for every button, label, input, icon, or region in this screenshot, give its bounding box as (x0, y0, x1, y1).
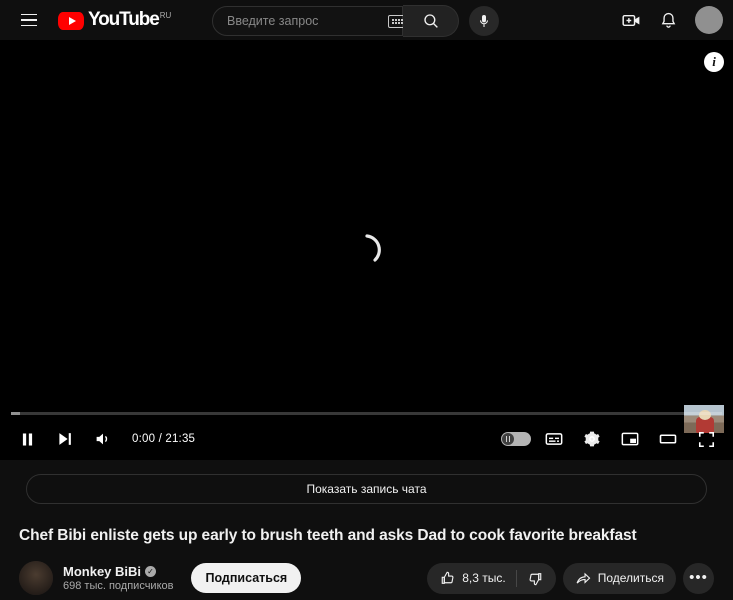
loading-spinner (348, 231, 386, 269)
bell-icon[interactable] (651, 3, 685, 37)
share-button[interactable]: Поделиться (562, 562, 676, 594)
like-dislike-group: 8,3 тыс. (427, 562, 556, 594)
search-input[interactable] (227, 14, 388, 28)
account-avatar[interactable] (695, 6, 723, 34)
channel-avatar[interactable] (19, 561, 53, 595)
channel-meta: Monkey BiBi ✓ 698 тыс. подписчиков (63, 564, 173, 592)
theater-mode-icon[interactable] (649, 420, 687, 458)
gear-icon[interactable] (573, 420, 611, 458)
share-arrow-icon (575, 570, 592, 587)
thumbs-up-icon[interactable] (439, 570, 456, 587)
progress-loaded (11, 412, 21, 415)
info-icon[interactable]: i (704, 52, 724, 72)
hamburger-icon[interactable] (12, 3, 46, 37)
progress-bar[interactable] (0, 412, 733, 417)
voice-search-button[interactable] (469, 6, 499, 36)
share-label: Поделиться (597, 571, 664, 585)
search-box[interactable] (212, 6, 406, 36)
fullscreen-icon[interactable] (687, 420, 725, 458)
next-video-icon[interactable] (46, 420, 84, 458)
youtube-play-icon (58, 12, 84, 30)
video-action-buttons: 8,3 тыс. Поделиться ••• (427, 562, 714, 594)
time-display: 0:00 / 21:35 (132, 433, 196, 445)
progress-track (11, 412, 722, 415)
youtube-logo[interactable]: YouTube RU (58, 10, 171, 30)
search-button[interactable] (403, 5, 459, 37)
video-owner-row: Monkey BiBi ✓ 698 тыс. подписчиков Подпи… (14, 561, 719, 595)
channel-name-line[interactable]: Monkey BiBi ✓ (63, 564, 173, 579)
thumbs-down-icon[interactable] (527, 570, 544, 587)
video-title: Chef Bibi enliste gets up early to brush… (19, 527, 637, 544)
youtube-logo-text: YouTube (88, 9, 160, 30)
subtitles-icon[interactable] (535, 420, 573, 458)
player-controls-right (497, 420, 725, 458)
below-player-content: Показать запись чата Chef Bibi enliste g… (0, 474, 733, 595)
video-player[interactable]: i 0:00 / 21:35 (0, 40, 733, 460)
divider (515, 569, 517, 587)
miniplayer-icon[interactable] (611, 420, 649, 458)
like-count: 8,3 тыс. (462, 571, 506, 585)
youtube-country-code: RU (159, 11, 172, 20)
masthead-right-icons (614, 3, 723, 37)
search-zone (212, 5, 499, 37)
more-options-icon[interactable]: ••• (683, 562, 714, 594)
player-controls-left: 0:00 / 21:35 (8, 420, 195, 458)
player-controls: 0:00 / 21:35 (0, 418, 733, 460)
create-video-icon[interactable] (614, 3, 648, 37)
autoplay-toggle[interactable] (497, 420, 535, 458)
subscribe-button[interactable]: Подписаться (191, 563, 302, 593)
verified-badge-icon: ✓ (145, 566, 157, 577)
subscriber-count: 698 тыс. подписчиков (63, 580, 174, 592)
volume-icon[interactable] (84, 420, 122, 458)
pause-icon[interactable] (8, 420, 46, 458)
show-chat-replay-button[interactable]: Показать запись чата (26, 474, 707, 504)
channel-name[interactable]: Monkey BiBi (63, 564, 141, 579)
masthead: YouTube RU (0, 0, 733, 40)
